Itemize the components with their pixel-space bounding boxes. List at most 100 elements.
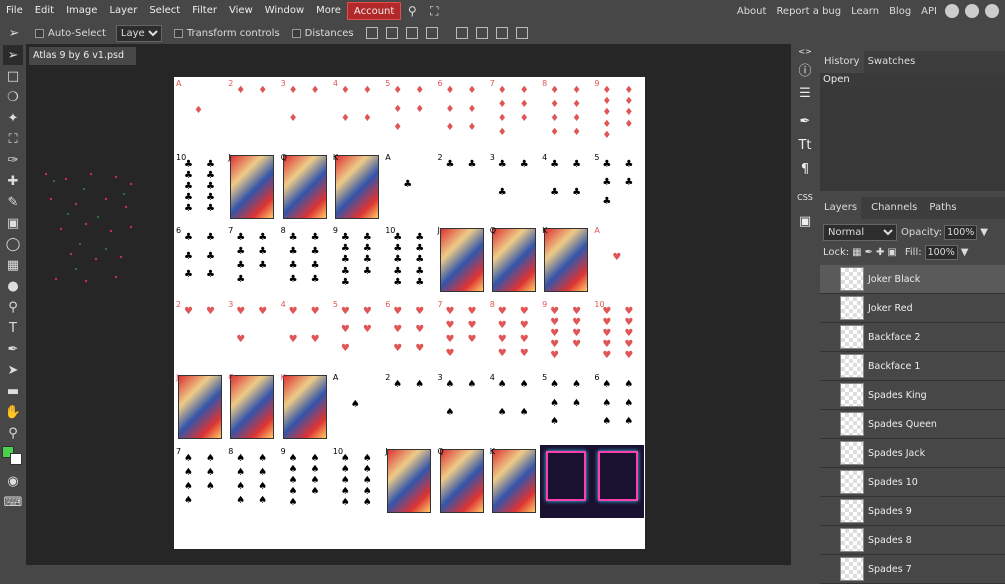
checkbox-box[interactable] — [291, 28, 301, 38]
align-bottom-icon[interactable] — [495, 27, 508, 39]
menu-window[interactable]: Window — [259, 2, 310, 20]
layer-row[interactable]: Spades 10 — [820, 468, 1005, 497]
tab-history[interactable]: History — [820, 51, 864, 73]
lock-transparency-icon[interactable]: ▦ — [852, 247, 861, 258]
info-icon[interactable]: ⓘ — [793, 58, 817, 80]
menu-edit[interactable]: Edit — [29, 2, 60, 20]
tab-paths[interactable]: Paths — [925, 197, 960, 219]
layer-row[interactable]: Spades Queen — [820, 410, 1005, 439]
layer-row[interactable]: Spades 8 — [820, 526, 1005, 555]
background-color[interactable] — [10, 453, 22, 465]
link-blog[interactable]: Blog — [889, 6, 911, 17]
collapse-panels-icon[interactable]: <> — [793, 46, 817, 56]
layer-row[interactable]: Joker Red — [820, 294, 1005, 323]
path-select-icon[interactable]: ➤ — [3, 360, 23, 380]
menu-account[interactable]: Account — [346, 2, 402, 20]
zoom-tool-icon[interactable]: ⚲ — [3, 423, 23, 443]
menu-more[interactable]: More — [310, 2, 347, 20]
gradient-tool-icon[interactable]: ▦ — [3, 255, 23, 275]
link-api[interactable]: API — [921, 6, 937, 17]
checkbox-box[interactable] — [173, 28, 183, 38]
menu-file[interactable]: File — [0, 2, 29, 20]
opacity-input[interactable]: 100% — [944, 224, 978, 240]
menu-image[interactable]: Image — [60, 2, 103, 20]
distribute-v-icon[interactable] — [425, 27, 438, 39]
menu-select[interactable]: Select — [143, 2, 186, 20]
align-left-icon[interactable] — [365, 27, 378, 39]
checkbox-box[interactable] — [35, 28, 44, 38]
brush-settings-icon[interactable]: ✒ — [793, 110, 817, 132]
align-center-icon[interactable] — [385, 27, 398, 39]
auto-select-checkbox[interactable]: Auto-Select — [35, 28, 106, 39]
marquee-tool-icon[interactable]: □ — [3, 66, 23, 86]
lock-all-icon[interactable]: ▣ — [887, 247, 896, 258]
card-pip: ♣ — [497, 158, 507, 170]
move-tool-icon[interactable]: ➢ — [3, 45, 23, 65]
eraser-tool-icon[interactable]: ◯ — [3, 234, 23, 254]
fill-dropdown-icon[interactable]: ▼ — [961, 247, 969, 258]
align-right-icon[interactable] — [405, 27, 418, 39]
auto-select-target[interactable]: Layer — [115, 24, 162, 42]
tab-layers[interactable]: Layers — [820, 197, 862, 219]
menu-layer[interactable]: Layer — [103, 2, 143, 20]
css-icon[interactable]: CSS — [793, 186, 817, 208]
fullscreen-icon[interactable]: ⛶ — [427, 4, 441, 18]
stamp-tool-icon[interactable]: ▣ — [3, 213, 23, 233]
menu-filter[interactable]: Filter — [186, 2, 223, 20]
pen-tool-icon[interactable]: ✒ — [3, 339, 23, 359]
image-canvas[interactable]: A ♦ 2 ♦ ♦ 3 ♦ ♦ ♦ 4 ♦ ♦ ♦ ♦ 5 ♦ ♦ ♦ ♦ ♦ 6 ♦ ♦ ♦ ♦ ♦ ♦ 7 ♦ ♦ ♦ ♦ ♦ ♦ ♦ 8 ♦ ♦ ♦ ♦… — [174, 77, 645, 549]
link-learn[interactable]: Learn — [851, 6, 879, 17]
opacity-dropdown-icon[interactable]: ▼ — [980, 227, 988, 238]
magic-wand-icon[interactable]: ✦ — [3, 108, 23, 128]
keyboard-icon[interactable]: ⌨ — [3, 492, 23, 512]
layer-row[interactable]: Spades 9 — [820, 497, 1005, 526]
card-pip: ♣ — [519, 158, 529, 170]
facebook-icon[interactable] — [985, 4, 999, 18]
hand-tool-icon[interactable]: ✋ — [3, 402, 23, 422]
transform-controls-checkbox[interactable]: Transform controls — [173, 28, 280, 39]
reddit-icon[interactable] — [945, 4, 959, 18]
distribute-h-icon[interactable] — [515, 27, 528, 39]
menu-view[interactable]: View — [223, 2, 259, 20]
layer-row[interactable]: Spades Jack — [820, 439, 1005, 468]
blur-tool-icon[interactable]: ● — [3, 276, 23, 296]
distances-checkbox[interactable]: Distances — [291, 28, 354, 39]
layer-row[interactable]: Backface 1 — [820, 352, 1005, 381]
quick-mask-icon[interactable]: ◉ — [3, 471, 23, 491]
color-swatches[interactable] — [0, 446, 26, 470]
eyedropper-icon[interactable]: ✑ — [3, 150, 23, 170]
layer-row[interactable]: Backface 2 — [820, 323, 1005, 352]
dodge-tool-icon[interactable]: ⚲ — [3, 297, 23, 317]
lock-pixels-icon[interactable]: ✒ — [865, 247, 873, 258]
layer-row[interactable]: Spades 7 — [820, 555, 1005, 584]
workspace[interactable]: Atlas 9 by 6 v1.psd A ♦ 2 ♦ ♦ 3 ♦ ♦ ♦ 4 ♦ ♦ ♦ ♦ 5 ♦ ♦ ♦ ♦ ♦… — [26, 44, 791, 565]
align-middle-icon[interactable] — [475, 27, 488, 39]
image-icon[interactable]: ▣ — [793, 210, 817, 232]
atlas-card: K — [331, 151, 383, 224]
paragraph-icon[interactable]: ¶ — [793, 158, 817, 180]
search-icon[interactable]: ⚲ — [405, 4, 419, 18]
twitter-icon[interactable] — [965, 4, 979, 18]
character-icon[interactable]: Tt — [793, 134, 817, 156]
card-back-neon — [598, 450, 639, 501]
fill-input[interactable]: 100% — [924, 244, 958, 260]
blend-mode-select[interactable]: Normal — [823, 223, 897, 241]
link-about[interactable]: About — [737, 6, 767, 17]
align-top-icon[interactable] — [455, 27, 468, 39]
document-tab[interactable]: Atlas 9 by 6 v1.psd — [29, 47, 136, 65]
brush-tool-icon[interactable]: ✎ — [3, 192, 23, 212]
history-item[interactable]: Open — [820, 73, 1005, 87]
lasso-tool-icon[interactable]: ❍ — [3, 87, 23, 107]
layer-row[interactable]: Spades King — [820, 381, 1005, 410]
shape-tool-icon[interactable]: ▬ — [3, 381, 23, 401]
tab-channels[interactable]: Channels — [867, 197, 921, 219]
tab-swatches[interactable]: Swatches — [864, 51, 920, 73]
crop-tool-icon[interactable]: ⛶ — [3, 129, 23, 149]
layer-row[interactable]: Joker Black — [820, 265, 1005, 294]
link-report-bug[interactable]: Report a bug — [776, 6, 841, 17]
card-pip: ♣ — [236, 232, 246, 243]
adjustments-icon[interactable]: ☰ — [793, 82, 817, 104]
healing-tool-icon[interactable]: ✚ — [3, 171, 23, 191]
text-tool-icon[interactable]: T — [3, 318, 23, 338]
lock-position-icon[interactable]: ✚ — [876, 247, 884, 258]
